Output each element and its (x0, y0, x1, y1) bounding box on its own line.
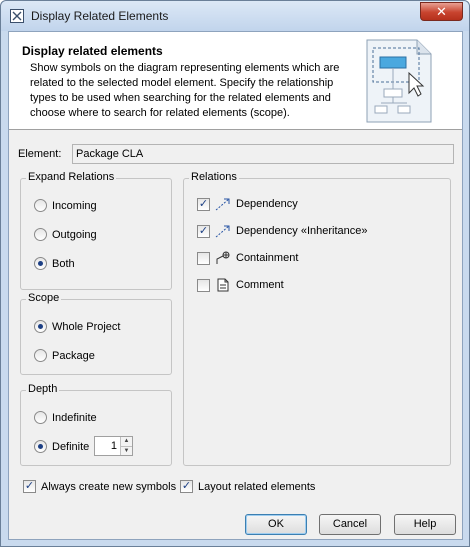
relation-item[interactable]: ✓ Dependency «Inheritance» (197, 224, 367, 238)
spin-up-icon[interactable]: ▲ (121, 437, 132, 446)
radio-button[interactable] (34, 228, 47, 241)
scope-title: Scope (26, 292, 62, 304)
always-create-option[interactable]: ✓ Always create new symbols (23, 480, 176, 493)
expand-relations-title: Expand Relations (26, 171, 117, 183)
element-label: Element: (18, 148, 62, 160)
checkbox[interactable]: ✓ (23, 480, 36, 493)
radio-label: Indefinite (52, 411, 97, 424)
dialog-window: Display Related Elements ✕ Display relat… (0, 0, 470, 547)
header-panel: Display related elements Show symbols on… (9, 32, 462, 130)
close-button[interactable]: ✕ (420, 2, 463, 21)
relation-label: Dependency «Inheritance» (236, 225, 368, 237)
dependency-icon (215, 225, 230, 238)
checkbox[interactable]: ✓ (197, 224, 210, 238)
relation-item[interactable]: Containment (197, 251, 298, 265)
comment-icon (217, 278, 229, 292)
radio-package[interactable]: Package (34, 349, 95, 362)
relation-label: Containment (236, 252, 299, 264)
radio-whole-project[interactable]: Whole Project (34, 320, 120, 333)
radio-label: Package (52, 349, 95, 362)
relations-group: Relations ✓ Dependency ✓ Dependency «Inh… (183, 171, 451, 466)
depth-value[interactable]: 1 (95, 440, 120, 452)
title-bar[interactable]: Display Related Elements ✕ (1, 1, 469, 31)
containment-icon (216, 251, 230, 264)
radio-button[interactable] (34, 320, 47, 333)
dialog-content: Display related elements Show symbols on… (8, 31, 463, 540)
checkbox[interactable] (197, 278, 210, 292)
header-title: Display related elements (22, 44, 163, 58)
cancel-button[interactable]: Cancel (319, 514, 381, 535)
checkbox[interactable]: ✓ (180, 480, 193, 493)
depth-spinner[interactable]: 1 ▲ ▼ (94, 436, 133, 456)
help-button[interactable]: Help (394, 514, 456, 535)
radio-button[interactable] (34, 440, 47, 453)
ok-button[interactable]: OK (245, 514, 307, 535)
diagram-illustration-icon (366, 39, 432, 123)
radio-incoming[interactable]: Incoming (34, 199, 97, 212)
radio-indefinite[interactable]: Indefinite (34, 411, 97, 424)
spinner-arrows[interactable]: ▲ ▼ (120, 437, 132, 455)
app-icon (10, 9, 24, 23)
radio-label: Both (52, 257, 75, 270)
checkbox[interactable]: ✓ (197, 197, 210, 211)
option-label: Layout related elements (198, 480, 316, 493)
radio-button[interactable] (34, 349, 47, 362)
radio-button[interactable] (34, 199, 47, 212)
header-description: Show symbols on the diagram representing… (30, 62, 340, 119)
radio-definite[interactable]: Definite (34, 440, 89, 453)
depth-group: Depth Indefinite Definite 1 ▲ ▼ (20, 383, 172, 466)
option-label: Always create new symbols (41, 480, 177, 493)
window-title: Display Related Elements (31, 9, 169, 23)
layout-related-option[interactable]: ✓ Layout related elements (180, 480, 315, 493)
radio-button[interactable] (34, 411, 47, 424)
element-field: Package CLA (72, 144, 454, 164)
expand-relations-group: Expand Relations Incoming Outgoing Both (20, 171, 172, 290)
radio-button[interactable] (34, 257, 47, 270)
checkbox[interactable] (197, 251, 210, 265)
radio-outgoing[interactable]: Outgoing (34, 228, 97, 241)
relations-title: Relations (189, 171, 239, 183)
relation-item[interactable]: ✓ Dependency (197, 197, 298, 211)
radio-label: Outgoing (52, 228, 97, 241)
relation-label: Comment (236, 279, 284, 291)
dependency-icon (215, 198, 230, 211)
spin-down-icon[interactable]: ▼ (121, 445, 132, 455)
relation-label: Dependency (236, 198, 298, 210)
radio-both[interactable]: Both (34, 257, 75, 270)
radio-label: Incoming (52, 199, 97, 212)
depth-title: Depth (26, 383, 60, 395)
radio-label: Whole Project (52, 320, 121, 333)
scope-group: Scope Whole Project Package (20, 292, 172, 375)
relation-item[interactable]: Comment (197, 278, 284, 292)
radio-label: Definite (52, 440, 90, 453)
